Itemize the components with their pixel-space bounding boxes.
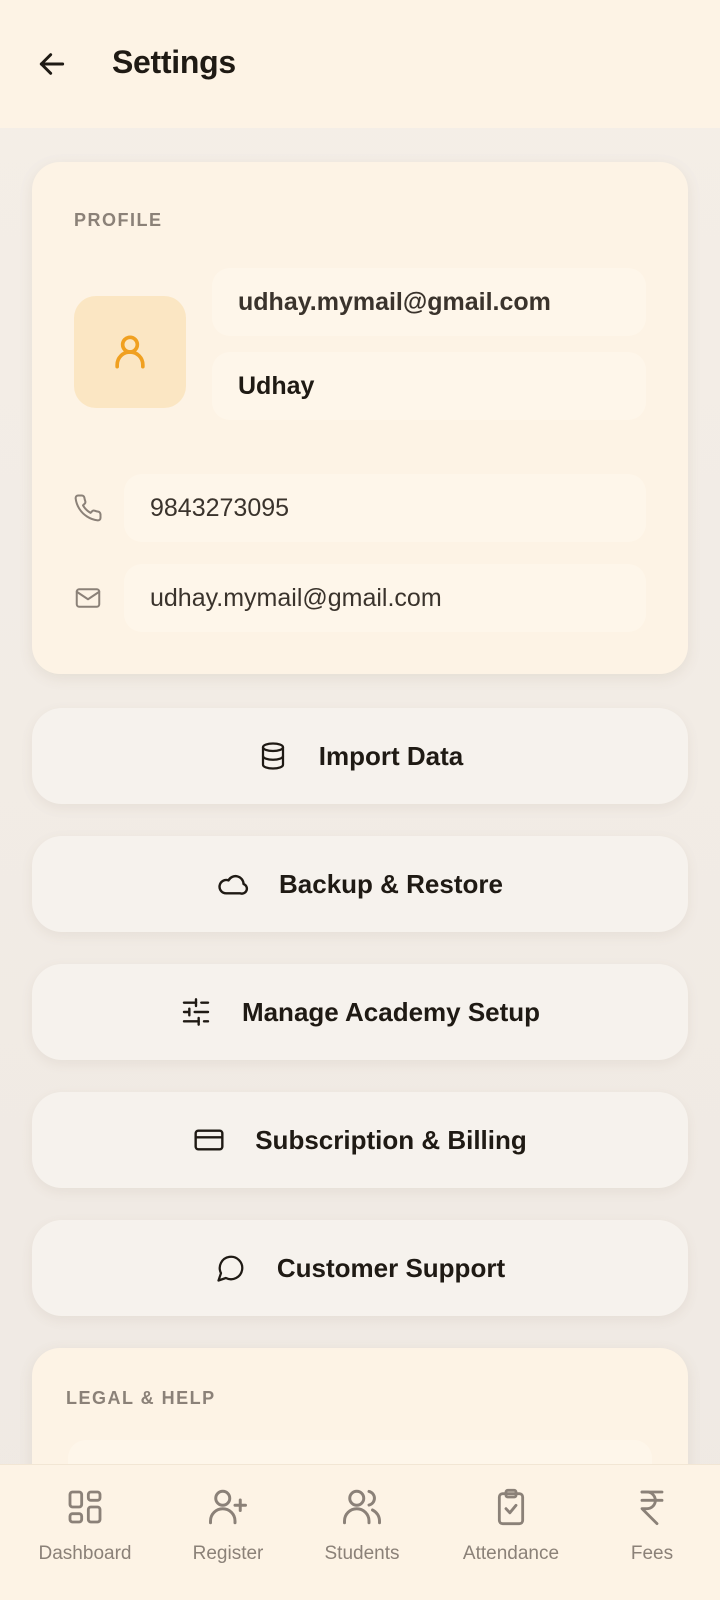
subscription-billing-label: Subscription & Billing <box>255 1124 527 1155</box>
nav-dashboard[interactable]: Dashboard <box>20 1485 150 1585</box>
settings-screen: Settings PROFILE udhay.mymail@gmail.com … <box>0 0 720 1600</box>
nav-attendance[interactable]: Attendance <box>446 1485 576 1585</box>
nav-dashboard-label: Dashboard <box>38 1543 132 1564</box>
nav-attendance-label: Attendance <box>462 1543 560 1564</box>
users-icon <box>340 1485 384 1529</box>
cloud-icon <box>217 868 249 900</box>
avatar[interactable] <box>74 296 186 408</box>
bottom-navigation: Dashboard Register Students Attendance F… <box>0 1464 720 1600</box>
account-email-field[interactable]: udhay.mymail@gmail.com <box>212 268 646 336</box>
nav-fees[interactable]: Fees <box>587 1485 717 1585</box>
phone-icon <box>72 492 104 524</box>
mail-icon <box>72 582 104 614</box>
clipboard-check-icon <box>489 1485 533 1529</box>
page-title: Settings <box>112 44 236 80</box>
grid-icon <box>63 1485 107 1529</box>
legal-section-label: LEGAL & HELP <box>66 1388 216 1408</box>
import-data-label: Import Data <box>318 740 464 771</box>
database-icon <box>257 740 289 772</box>
backup-restore-label: Backup & Restore <box>279 868 503 899</box>
app-header: Settings <box>0 0 720 128</box>
back-button[interactable] <box>30 42 74 86</box>
import-data-button[interactable]: Import Data <box>32 708 688 804</box>
customer-support-label: Customer Support <box>276 1252 506 1283</box>
customer-support-button[interactable]: Customer Support <box>32 1220 688 1316</box>
email-field[interactable]: udhay.mymail@gmail.com <box>124 564 646 632</box>
nav-register[interactable]: Register <box>163 1485 293 1585</box>
credit-card-icon <box>193 1124 225 1156</box>
nav-register-label: Register <box>192 1543 264 1564</box>
subscription-billing-button[interactable]: Subscription & Billing <box>32 1092 688 1188</box>
backup-restore-button[interactable]: Backup & Restore <box>32 836 688 932</box>
nav-fees-label: Fees <box>630 1543 674 1564</box>
nav-students-label: Students <box>324 1543 400 1564</box>
phone-field[interactable]: 9843273095 <box>124 474 646 542</box>
chat-bubble-icon <box>215 1252 247 1284</box>
name-field[interactable]: Udhay <box>212 352 646 420</box>
user-icon <box>115 335 145 369</box>
manage-academy-setup-button[interactable]: Manage Academy Setup <box>32 964 688 1060</box>
profile-section-label: PROFILE <box>74 210 163 230</box>
manage-academy-setup-label: Manage Academy Setup <box>241 996 541 1027</box>
rupee-icon <box>630 1485 674 1529</box>
profile-card: PROFILE udhay.mymail@gmail.com Udhay 984… <box>32 162 688 674</box>
sliders-icon <box>180 996 212 1028</box>
arrow-left-icon <box>39 53 65 75</box>
user-plus-icon <box>206 1485 250 1529</box>
nav-students[interactable]: Students <box>297 1485 427 1585</box>
